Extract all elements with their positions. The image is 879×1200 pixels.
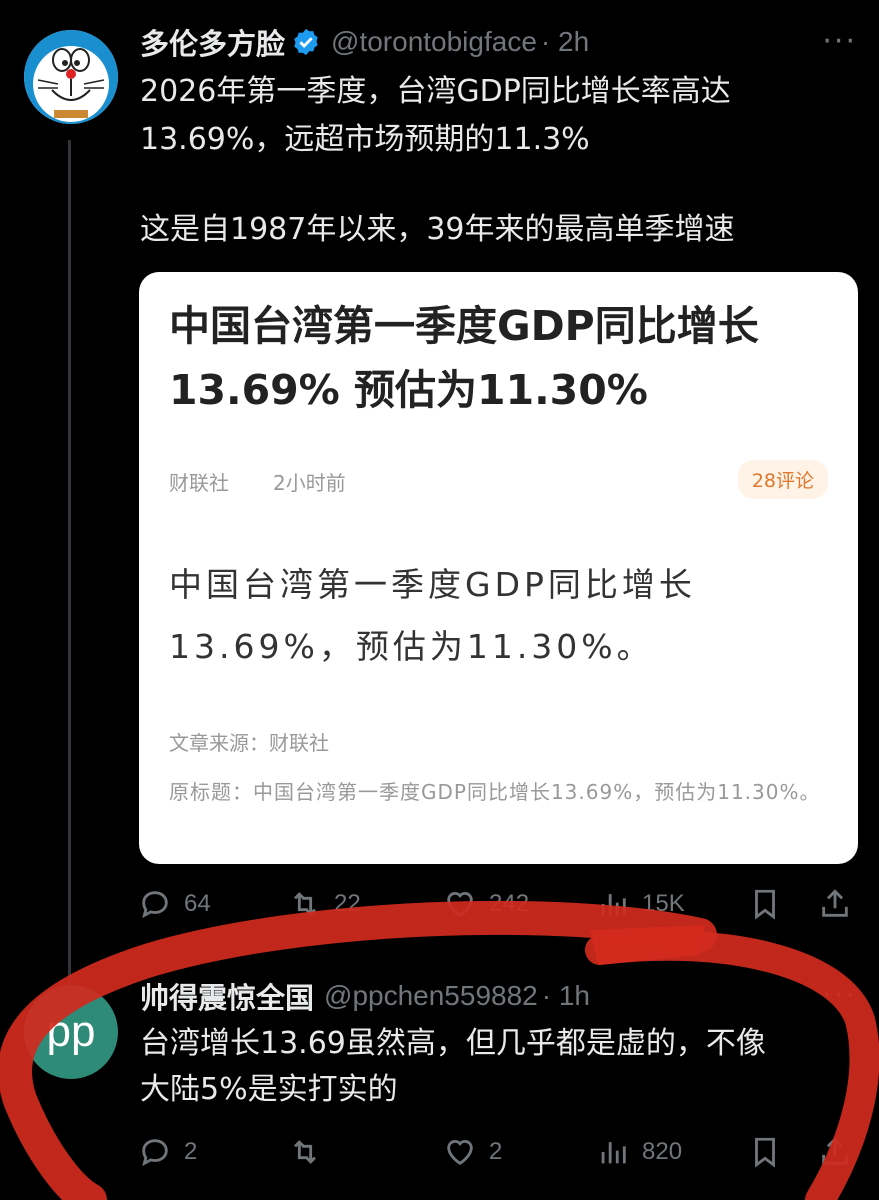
views-icon (601, 894, 626, 916)
tweet-text-line: 这是自1987年以来，39年来的最高单季增速 (140, 212, 735, 247)
more-options-icon[interactable]: ··· (822, 24, 857, 59)
card-source: 财联社 (169, 471, 229, 495)
card-origin-title: 原标题：中国台湾第一季度GDP同比增长13.69%，预估为11.30%。 (169, 780, 821, 804)
card-origin-label: 文章来源：财联社 (169, 731, 329, 755)
more-options-icon[interactable]: ··· (822, 978, 857, 1013)
bookmark-button[interactable] (748, 1135, 782, 1169)
retweet-count: 22 (334, 890, 361, 917)
bookmark-button[interactable] (748, 887, 782, 921)
like-button[interactable]: 2 (443, 1135, 502, 1169)
tweet-text-line: 台湾增长13.69虽然高，但几乎都是虚的，不像 (140, 1026, 766, 1061)
share-button[interactable] (818, 887, 852, 921)
heart-icon (447, 892, 473, 918)
retweet-icon (294, 1140, 316, 1164)
verified-badge-icon (294, 28, 318, 56)
card-time: 2小时前 (273, 471, 346, 495)
like-count: 242 (489, 890, 530, 917)
tweet-text-line: 大陆5%是实打实的 (140, 1072, 398, 1107)
action-bar: 2 2 820 (138, 1132, 858, 1172)
avatar[interactable]: pp (24, 985, 118, 1079)
reply-count: 64 (184, 890, 211, 917)
reply-button[interactable]: 2 (138, 1135, 197, 1169)
thread-line (68, 140, 71, 985)
retweet-button[interactable]: 22 (288, 887, 361, 921)
user-handle[interactable]: @torontobigface (331, 26, 537, 58)
tweet-text-line: 2026年第一季度，台湾GDP同比增长率高达 (140, 74, 731, 109)
timestamp[interactable]: · 2h (541, 26, 589, 58)
bookmark-icon (755, 889, 775, 920)
reply-icon (142, 1139, 168, 1167)
reply-icon (142, 891, 168, 919)
tweet-header: 帅得震惊全国 @ppchen559882 · 1h (140, 976, 590, 1016)
share-icon (822, 1137, 848, 1165)
avatar[interactable] (24, 30, 118, 124)
user-handle[interactable]: @ppchen559882 (324, 980, 538, 1012)
share-icon (822, 889, 848, 917)
retweet-icon (294, 892, 316, 916)
card-comments-badge: 28评论 (737, 460, 828, 499)
timestamp[interactable]: · 1h (542, 980, 590, 1012)
views-button[interactable]: 820 (596, 1135, 682, 1169)
like-button[interactable]: 242 (443, 887, 529, 921)
card-title: 中国台湾第一季度GDP同比增长13.69% 预估为11.30% (169, 302, 759, 414)
attached-image-card[interactable]: 中国台湾第一季度GDP同比增长13.69% 预估为11.30% 财联社 2小时前… (139, 272, 858, 864)
heart-icon (447, 1140, 473, 1166)
views-count: 15K (642, 890, 685, 917)
action-bar: 64 22 242 15K (138, 884, 858, 924)
tweet-text-line: 13.69%，远超市场预期的11.3% (140, 122, 590, 157)
like-count: 2 (489, 1138, 503, 1165)
reply-count: 2 (184, 1138, 198, 1165)
display-name[interactable]: 帅得震惊全国 (140, 975, 314, 1017)
reply-button[interactable]: 64 (138, 887, 211, 921)
card-body: 中国台湾第一季度GDP同比增长13.69%，预估为11.30%。 (169, 565, 696, 666)
views-count: 820 (642, 1138, 683, 1165)
views-icon (601, 1142, 626, 1164)
display-name[interactable]: 多伦多方脸 (140, 21, 285, 63)
retweet-button[interactable] (288, 1135, 334, 1169)
doraemon-avatar-icon (24, 30, 118, 124)
tweet-header: 多伦多方脸 @torontobigface · 2h (140, 22, 589, 62)
views-button[interactable]: 15K (596, 887, 685, 921)
share-button[interactable] (818, 1135, 852, 1169)
bookmark-icon (755, 1137, 775, 1168)
